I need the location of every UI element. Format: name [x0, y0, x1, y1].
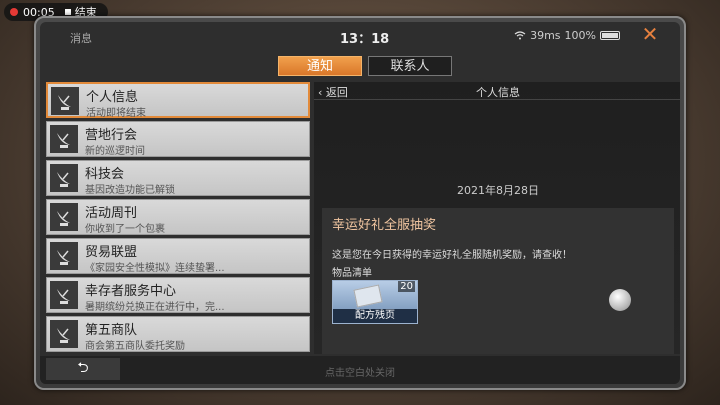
message-item[interactable]: 活动周刊 你收到了一个包裹: [46, 199, 310, 235]
message-item[interactable]: 个人信息 活动即将结束: [46, 82, 310, 119]
message-title: 第五商队: [85, 323, 138, 338]
tab-contacts[interactable]: 联系人: [368, 56, 452, 76]
latency: 39ms: [530, 29, 561, 42]
message-subtitle: 《家园安全性模拟》连续蛰署...: [85, 263, 225, 274]
message-title: 营地行会: [85, 128, 138, 143]
message-subtitle: 暑期缤纷兑换正在进行中，完...: [85, 302, 225, 313]
stop-icon: [64, 9, 71, 15]
message-item[interactable]: 营地行会 新的巡逻时间: [46, 121, 310, 157]
message-subtitle: 基因改造功能已解锁: [85, 185, 175, 196]
battery-icon: [600, 31, 620, 40]
device-frame: 消息 13：18 39ms 100% ✕ 通知 联系人 个人信息 活动即将结束 …: [34, 16, 686, 390]
satellite-dish-icon: [50, 281, 78, 309]
message-date: 2021年8月28日: [457, 184, 539, 197]
message-panel: 消息 13：18 39ms 100% ✕ 通知 联系人 个人信息 活动即将结束 …: [40, 22, 680, 384]
tab-bar: 通知 联系人: [278, 56, 452, 76]
record-dot-icon: [10, 8, 18, 16]
reward-quantity: 20: [398, 281, 415, 292]
message-title: 幸存者服务中心: [85, 284, 177, 299]
status-bar: 消息 13：18 39ms 100% ✕: [40, 22, 680, 50]
message-title: 贸易联盟: [85, 245, 138, 260]
message-title: 个人信息: [86, 90, 139, 105]
floating-assist-button[interactable]: [609, 289, 631, 311]
clock: 13：18: [340, 32, 390, 47]
close-icon[interactable]: ✕: [640, 24, 660, 44]
card-body: 这是您在今日获得的幸运好礼全服随机奖励，请查收！: [332, 250, 572, 261]
message-list: 个人信息 活动即将结束 营地行会 新的巡逻时间 科技会 基因改造功能已解锁 活动…: [46, 82, 310, 354]
satellite-dish-icon: [50, 125, 78, 153]
satellite-dish-icon: [50, 203, 78, 231]
satellite-dish-icon: [50, 242, 78, 270]
message-title: 科技会: [85, 167, 125, 182]
message-detail: ‹ 返回 个人信息 2021年8月28日 幸运好礼全服抽奖 这是您在今日获得的幸…: [314, 82, 680, 354]
close-hint: 点击空白处关闭: [325, 368, 395, 379]
reward-item[interactable]: 20 配方残页: [332, 280, 418, 324]
status-left-label: 消息: [70, 32, 92, 45]
bottom-bar: ⮌ 点击空白处关闭: [40, 356, 680, 384]
detail-title: 个人信息: [476, 86, 520, 99]
message-subtitle: 你收到了一个包裹: [85, 224, 165, 235]
detail-header: ‹ 返回 个人信息: [314, 82, 680, 100]
battery-percent: 100%: [564, 29, 596, 42]
wifi-icon: [514, 31, 526, 40]
message-item[interactable]: 贸易联盟 《家园安全性模拟》连续蛰署...: [46, 238, 310, 274]
message-item[interactable]: 科技会 基因改造功能已解锁: [46, 160, 310, 196]
message-subtitle: 活动即将结束: [86, 108, 146, 119]
message-subtitle: 商会第五商队委托奖励: [85, 341, 185, 352]
message-subtitle: 新的巡逻时间: [85, 146, 145, 157]
tab-notifications[interactable]: 通知: [278, 56, 362, 76]
items-label: 物品清单: [332, 268, 372, 279]
message-title: 活动周刊: [85, 206, 138, 221]
card-title: 幸运好礼全服抽奖: [332, 218, 437, 233]
message-item[interactable]: 第五商队 商会第五商队委托奖励: [46, 316, 310, 352]
satellite-dish-icon: [51, 87, 79, 115]
message-item[interactable]: 幸存者服务中心 暑期缤纷兑换正在进行中，完...: [46, 277, 310, 313]
satellite-dish-icon: [50, 320, 78, 348]
reward-name: 配方残页: [333, 309, 417, 323]
recipe-page-icon: [353, 284, 383, 308]
message-card: 幸运好礼全服抽奖 这是您在今日获得的幸运好礼全服随机奖励，请查收！ 物品清单 2…: [322, 208, 674, 354]
satellite-dish-icon: [50, 164, 78, 192]
network-status: 39ms 100%: [514, 29, 620, 42]
